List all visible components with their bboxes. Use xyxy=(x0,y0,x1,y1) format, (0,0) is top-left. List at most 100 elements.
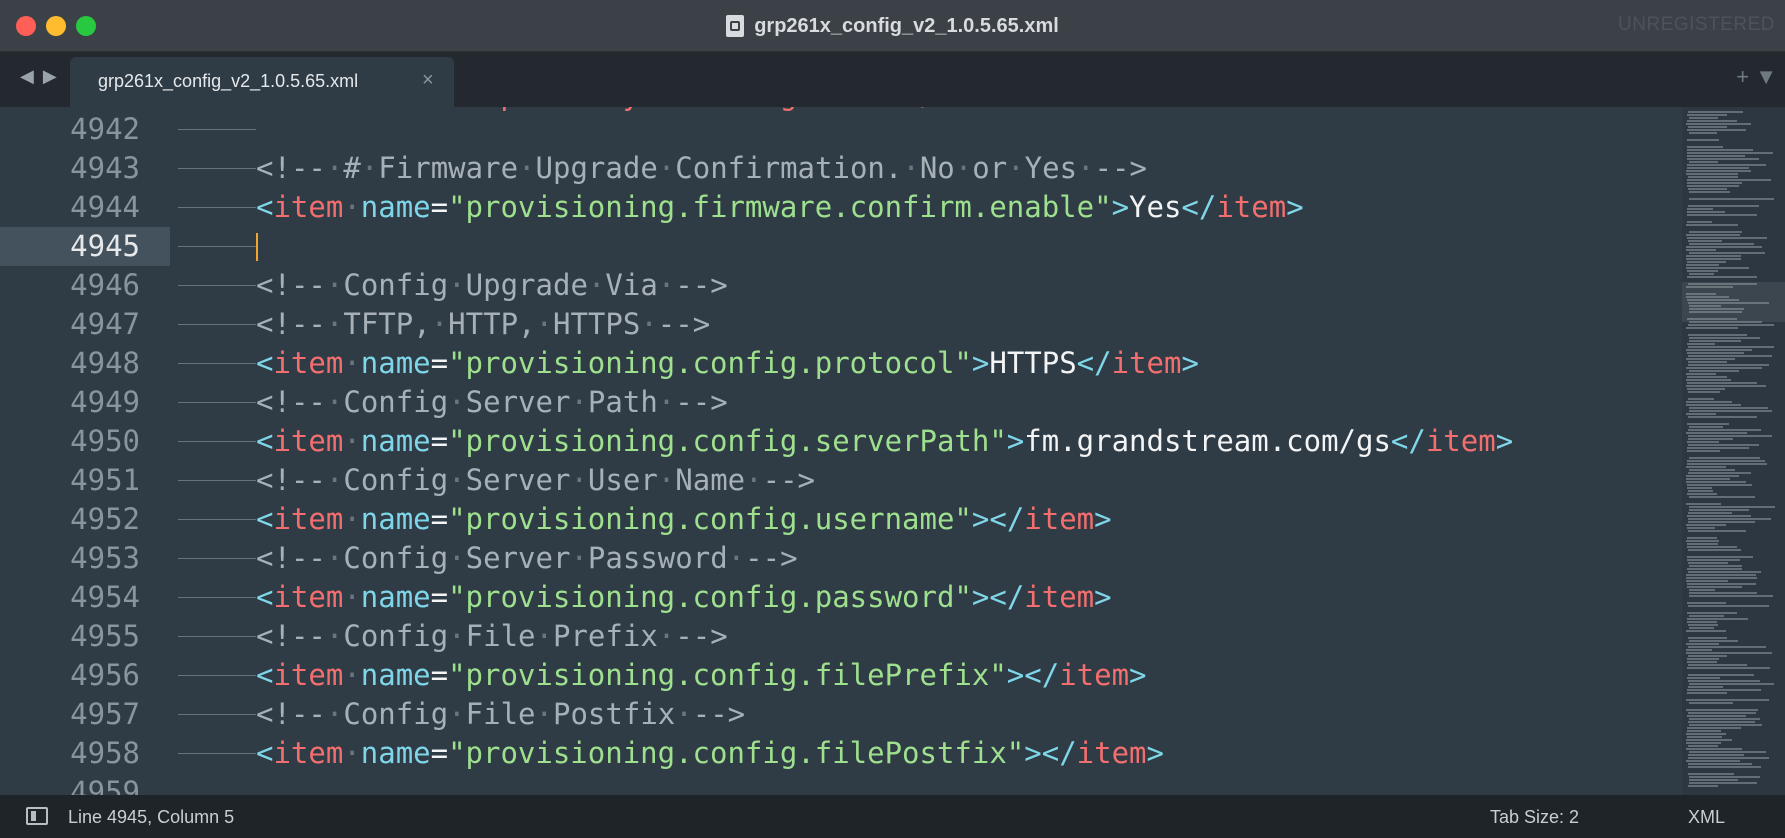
minimap-line xyxy=(1688,398,1714,400)
syntax-selector[interactable]: XML xyxy=(1688,807,1725,828)
minimap-line xyxy=(1689,231,1742,233)
minimap-line xyxy=(1689,615,1724,617)
minimap-line xyxy=(1687,164,1766,166)
minimap-line xyxy=(1686,524,1726,526)
minimap-line xyxy=(1689,426,1723,428)
minimap-line xyxy=(1686,413,1716,415)
minimap-line xyxy=(1686,574,1756,576)
minimap-line xyxy=(1687,556,1753,558)
panel-toggle-icon[interactable] xyxy=(26,807,48,825)
indent-guide xyxy=(178,753,256,754)
minimap-line xyxy=(1687,237,1767,239)
minimap-line xyxy=(1687,460,1765,462)
minimap[interactable] xyxy=(1682,107,1785,795)
minimap-line xyxy=(1689,191,1730,193)
code-line: 4942 xyxy=(0,110,1680,149)
xml-attr: name xyxy=(360,424,431,458)
tab-close-icon[interactable]: × xyxy=(422,69,434,92)
line-number: 4959 xyxy=(70,775,140,795)
xml-attr: name xyxy=(360,502,431,536)
minimap-line xyxy=(1689,592,1757,594)
minimap-line xyxy=(1688,126,1727,128)
minimap-line xyxy=(1688,283,1757,285)
minimap-line xyxy=(1688,512,1732,514)
minimap-line xyxy=(1688,429,1761,431)
minimap-line xyxy=(1689,308,1744,310)
minimap-line xyxy=(1687,621,1717,623)
minimap-line xyxy=(1689,509,1749,511)
minimize-window-button[interactable] xyxy=(46,16,66,36)
minimap-line xyxy=(1688,664,1747,666)
minimap-line xyxy=(1686,404,1741,406)
minimap-line xyxy=(1689,243,1754,245)
minimap-line xyxy=(1687,689,1761,691)
minimap-line xyxy=(1688,444,1759,446)
minimap-line xyxy=(1689,589,1715,591)
tab-nav-arrows-icon[interactable]: ◀ ▶ xyxy=(20,66,59,87)
xml-item: <item·name="provisioning.config.serverPa… xyxy=(256,424,1514,458)
minimap-line xyxy=(1688,472,1751,474)
tab-file[interactable]: grp261x_config_v2_1.0.5.65.xml × xyxy=(70,57,454,107)
line-number: 4955 xyxy=(70,619,140,653)
minimap-line xyxy=(1686,358,1735,360)
xml-tag: item xyxy=(1076,736,1147,770)
minimap-line xyxy=(1688,435,1772,437)
minimap-line xyxy=(1688,111,1743,113)
xml-comment: <!--·Config·Server·Password·--> xyxy=(256,541,798,575)
indent-guide xyxy=(178,597,256,598)
xml-comment: <!--·Config·Server·Path·--> xyxy=(256,385,728,419)
minimap-line xyxy=(1687,382,1757,384)
minimap-line xyxy=(1687,730,1721,732)
minimap-line xyxy=(1686,258,1741,260)
minimap-line xyxy=(1688,721,1755,723)
close-window-button[interactable] xyxy=(16,16,36,36)
unregistered-label: UNREGISTERED xyxy=(1618,14,1775,35)
minimap-line xyxy=(1688,674,1754,676)
minimap-line xyxy=(1687,667,1770,669)
minimap-line xyxy=(1689,506,1775,508)
minimap-line xyxy=(1688,605,1769,607)
code-line-partial-bottom: 4959 xyxy=(0,773,1680,795)
minimap-line xyxy=(1689,595,1773,597)
minimap-line xyxy=(1687,352,1744,354)
xml-item: <item·name="provisioning.config.password… xyxy=(256,580,1112,614)
minimap-line xyxy=(1689,718,1760,720)
tab-actions-icon[interactable]: + ▼ xyxy=(1736,64,1777,90)
minimap-line xyxy=(1688,490,1713,492)
minimap-line xyxy=(1687,211,1725,213)
indent-guide xyxy=(178,168,256,169)
xml-comment: <!--·Config·File·Prefix·--> xyxy=(256,619,728,653)
minimap-line xyxy=(1686,327,1738,329)
line-number: 4958 xyxy=(70,736,140,770)
zoom-window-button[interactable] xyxy=(76,16,96,36)
minimap-line xyxy=(1687,463,1767,465)
minimap-line xyxy=(1687,618,1748,620)
minimap-line xyxy=(1688,334,1747,336)
status-bar: Line 4945, Column 5 Tab Size: 2 XML xyxy=(0,795,1785,838)
minimap-line xyxy=(1688,754,1744,756)
line-number: 4946 xyxy=(70,268,140,302)
xml-tag: item xyxy=(273,736,344,770)
xml-comment: <!--·#·Firmware·Upgrade·Confirmation.·No… xyxy=(256,151,1147,185)
minimap-line xyxy=(1687,158,1759,160)
minimap-line xyxy=(1689,565,1742,567)
minimap-line xyxy=(1687,537,1717,539)
xml-string: "provisioning.config.filePrefix" xyxy=(448,658,1007,692)
xml-string: "provisioning.config.filePostfix" xyxy=(448,736,1025,770)
minimap-line xyxy=(1687,677,1720,679)
minimap-line xyxy=(1688,712,1756,714)
minimap-line xyxy=(1687,487,1712,489)
minimap-line xyxy=(1687,139,1719,141)
minimap-line xyxy=(1687,299,1739,301)
minimap-line xyxy=(1687,155,1745,157)
code-editor[interactable]: 4941<item name="sip.notify.challenge">Ye… xyxy=(0,107,1785,795)
minimap-line xyxy=(1688,346,1774,348)
minimap-line xyxy=(1688,646,1766,648)
minimap-line xyxy=(1688,302,1769,304)
minimap-line xyxy=(1688,530,1746,532)
minimap-line xyxy=(1688,680,1760,682)
minimap-line xyxy=(1687,167,1749,169)
tab-size-selector[interactable]: Tab Size: 2 xyxy=(1490,807,1579,828)
minimap-line xyxy=(1686,249,1716,251)
minimap-line xyxy=(1689,496,1755,498)
